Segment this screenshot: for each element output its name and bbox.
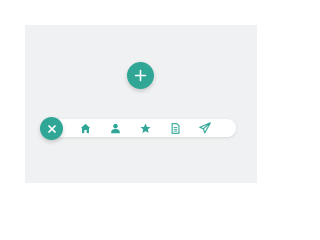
star-icon: [139, 123, 151, 133]
app-canvas: [25, 25, 257, 183]
user-icon: [110, 123, 120, 133]
home-icon: [80, 123, 90, 133]
add-button[interactable]: [127, 62, 154, 89]
menu-item-favorites[interactable]: [138, 121, 152, 135]
menu-item-documents[interactable]: [168, 121, 182, 135]
send-icon: [199, 122, 211, 134]
menu-item-home[interactable]: [78, 121, 92, 135]
menu-item-send[interactable]: [198, 121, 212, 135]
close-menu-button[interactable]: [40, 117, 63, 140]
menu-item-user[interactable]: [108, 121, 122, 135]
document-icon: [171, 122, 180, 134]
close-icon: [47, 124, 56, 133]
plus-icon: [134, 69, 147, 82]
